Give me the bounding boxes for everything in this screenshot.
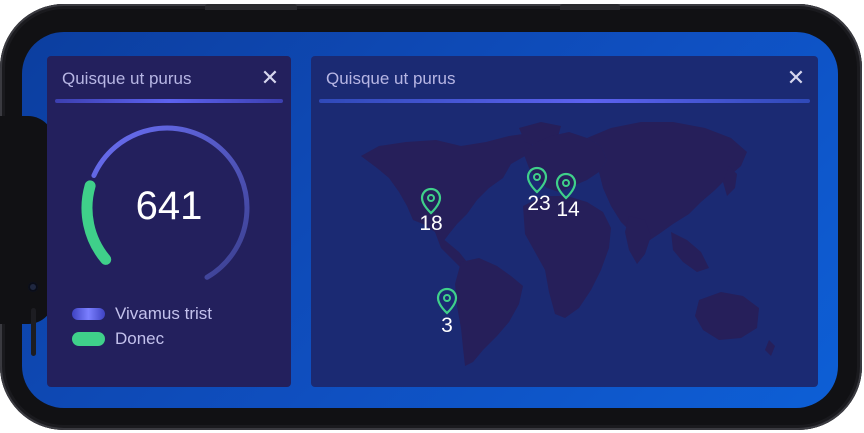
southeast-asia-shape — [671, 232, 709, 272]
phone-frame: Quisque ut purus ✕ 641 Vivamus trist Don… — [0, 4, 862, 430]
volume-button — [205, 4, 297, 10]
gauge-value: 641 — [135, 184, 203, 228]
map-card: Quisque ut purus ✕ 18 23 14 3 — [311, 56, 818, 387]
marker-label: 3 — [441, 314, 453, 337]
phone-notch — [0, 116, 54, 356]
marker-label: 14 — [556, 198, 580, 221]
gauge-card: Quisque ut purus ✕ 641 Vivamus trist Don… — [47, 56, 291, 387]
south-america-shape — [455, 258, 523, 366]
new-zealand-shape — [765, 340, 775, 356]
power-button — [560, 4, 620, 10]
australia-shape — [695, 292, 759, 340]
continents — [361, 122, 775, 366]
legend-item-vivamus: Vivamus trist — [72, 304, 212, 324]
legend-swatch-purple — [72, 308, 105, 320]
legend-label: Donec — [115, 329, 165, 348]
legend-swatch-green — [72, 332, 105, 346]
legend-label: Vivamus trist — [115, 304, 212, 323]
camera-icon — [28, 282, 38, 292]
legend-item-donec: Donec — [72, 329, 164, 349]
map-pin-icon[interactable] — [436, 287, 458, 315]
marker-label: 18 — [419, 212, 443, 235]
speaker-grille — [31, 308, 36, 356]
